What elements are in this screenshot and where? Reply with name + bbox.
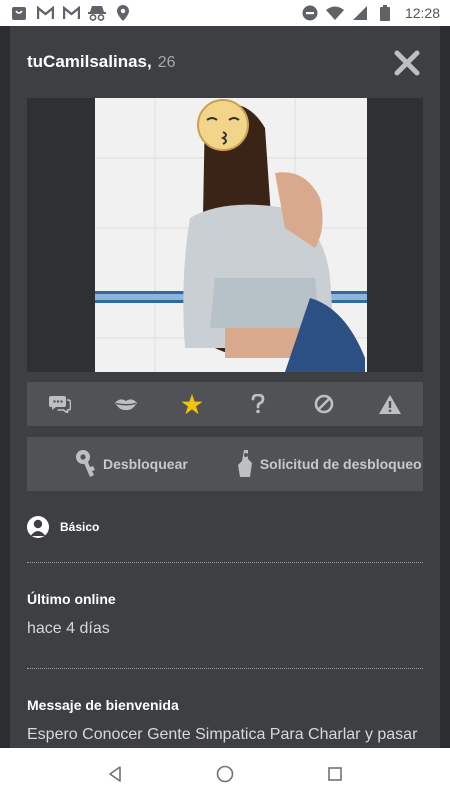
block-icon — [314, 394, 334, 414]
unlock-bar: Desbloquear Solicitud de desbloqueo — [27, 437, 423, 491]
profile-age: 26 — [157, 54, 176, 71]
profile-panel: tuCamilsalinas, 26 Desbloquear Solicitud… — [10, 26, 440, 748]
divider — [27, 562, 423, 563]
kiss-icon — [115, 399, 137, 411]
shopping-bag-icon — [10, 5, 28, 21]
kiss-button[interactable] — [108, 386, 144, 422]
user-avatar-icon — [27, 516, 49, 538]
hand-key-icon — [237, 450, 252, 477]
unlock-label: Desbloquear — [103, 456, 188, 472]
warning-icon — [379, 394, 401, 414]
question-button[interactable] — [240, 386, 276, 422]
gmail-icon — [62, 5, 80, 21]
back-button[interactable] — [95, 754, 135, 794]
back-triangle-icon — [109, 766, 121, 782]
welcome-title: Messaje de bienvenida — [27, 697, 179, 713]
close-icon — [394, 50, 420, 76]
navigation-bar — [0, 748, 450, 800]
home-circle-icon — [216, 765, 234, 783]
last-online-value: hace 4 días — [27, 620, 110, 637]
do-not-disturb-icon — [301, 5, 319, 21]
gmail-icon — [36, 5, 54, 21]
recents-square-icon — [328, 767, 342, 781]
recents-button[interactable] — [315, 754, 355, 794]
incognito-icon — [88, 5, 106, 21]
star-icon — [181, 393, 203, 414]
home-button[interactable] — [205, 754, 245, 794]
divider — [27, 668, 423, 669]
profile-photo-frame — [27, 98, 423, 372]
report-button[interactable] — [372, 386, 408, 422]
last-online-title: Último online — [27, 591, 116, 607]
action-bar — [27, 382, 423, 426]
profile-header: tuCamilsalinas, 26 — [27, 52, 176, 72]
status-time: 12:28 — [404, 5, 440, 21]
location-pin-icon — [114, 5, 132, 21]
block-button[interactable] — [306, 386, 342, 422]
unlock-request-label: Solicitud de desbloqueo — [259, 456, 422, 472]
chat-button[interactable] — [42, 386, 78, 422]
key-icon — [76, 450, 95, 477]
chat-icon — [49, 396, 71, 413]
profile-username: tuCamilsalinas, — [27, 52, 152, 71]
question-icon — [251, 394, 265, 414]
unlock-button[interactable]: Desbloquear — [75, 449, 188, 479]
status-bar: 12:28 — [0, 0, 450, 26]
profile-photo-image — [95, 98, 367, 372]
profile-photo[interactable] — [95, 98, 367, 372]
favorite-button[interactable] — [174, 386, 210, 422]
close-button[interactable] — [394, 50, 420, 76]
signal-icon — [351, 5, 369, 21]
unlock-request-button[interactable]: Solicitud de desbloqueo — [236, 449, 422, 479]
battery-icon — [376, 5, 394, 21]
membership-label: Básico — [60, 520, 100, 534]
membership-row: Básico — [27, 516, 99, 538]
wifi-icon — [325, 5, 344, 21]
welcome-message: Espero Conocer Gente Simpatica Para Char… — [27, 726, 418, 743]
